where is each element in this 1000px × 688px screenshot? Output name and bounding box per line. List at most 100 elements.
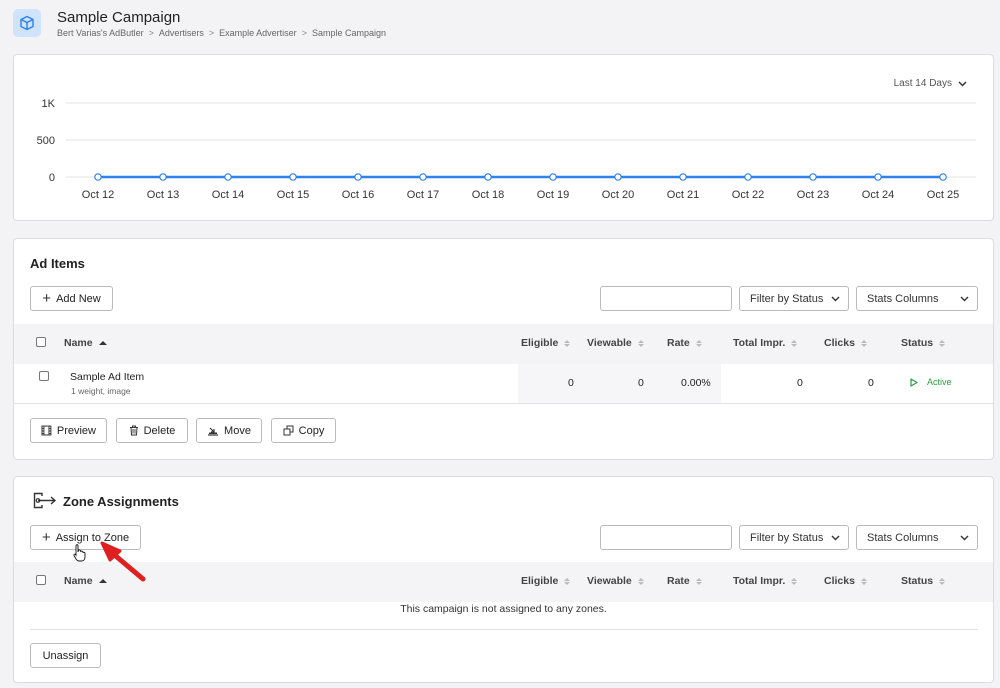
column-header-status[interactable]: Status (901, 575, 946, 587)
delete-button[interactable]: Delete (116, 418, 188, 443)
line-chart: 1K 500 0 Oct 12 Oct 13 Oct 14 Oct 15 Oct 16 Oct … (37, 98, 976, 201)
data-point[interactable] (224, 173, 232, 181)
x-tick-label: Oct 16 (342, 189, 374, 201)
move-icon (208, 427, 219, 436)
data-point[interactable] (549, 173, 557, 181)
column-label: Clicks (824, 337, 855, 349)
add-new-label: Add New (56, 292, 101, 305)
ad-items-table-header: Name Eligible Viewable Rate Total Impr. … (14, 324, 993, 364)
data-point[interactable] (354, 173, 362, 181)
column-label: Eligible (521, 337, 559, 349)
x-tick-label: Oct 18 (472, 189, 504, 201)
zones-filter-status-select[interactable]: Filter by Status (739, 525, 849, 550)
column-label: Total Impr. (733, 575, 786, 587)
move-button[interactable]: Move (196, 418, 262, 443)
ad-items-search-input[interactable] (600, 286, 732, 311)
column-header-viewable[interactable]: Viewable (587, 575, 644, 587)
delete-label: Delete (143, 424, 176, 437)
stats-columns-label: Stats Columns (867, 292, 939, 305)
column-header-eligible[interactable]: Eligible (521, 337, 571, 349)
data-point[interactable] (484, 173, 492, 181)
data-point[interactable] (419, 173, 427, 181)
move-label: Move (224, 424, 251, 437)
y-tick-label: 1K (42, 98, 56, 110)
assign-to-zone-button[interactable]: + Assign to Zone (30, 525, 141, 550)
sort-icon (695, 577, 702, 585)
ad-items-stats-columns-select[interactable]: Stats Columns (856, 286, 978, 311)
column-header-rate[interactable]: Rate (667, 337, 702, 349)
column-label: Name (64, 337, 93, 349)
row-checkbox[interactable] (39, 371, 49, 381)
stats-columns-label: Stats Columns (867, 531, 939, 544)
column-label: Total Impr. (733, 337, 786, 349)
sort-icon (791, 577, 798, 585)
column-header-eligible[interactable]: Eligible (521, 575, 571, 587)
x-tick-label: Oct 19 (537, 189, 569, 201)
ad-item-name-link[interactable]: Sample Ad Item (70, 371, 144, 383)
column-label: Rate (667, 337, 690, 349)
x-tick-label: Oct 21 (667, 189, 699, 201)
x-tick-label: Oct 25 (927, 189, 959, 201)
data-point[interactable] (809, 173, 817, 181)
data-point[interactable] (614, 173, 622, 181)
chevron-down-icon (831, 296, 840, 301)
column-header-clicks[interactable]: Clicks (824, 337, 867, 349)
x-tick-label: Oct 17 (407, 189, 439, 201)
add-new-button[interactable]: + Add New (30, 286, 113, 311)
data-point[interactable] (744, 173, 752, 181)
column-header-viewable[interactable]: Viewable (587, 337, 644, 349)
column-label: Status (901, 575, 934, 587)
column-header-status[interactable]: Status (901, 337, 946, 349)
select-all-checkbox[interactable] (36, 575, 46, 585)
column-header-rate[interactable]: Rate (667, 575, 702, 587)
breadcrumb-item-campaign[interactable]: Sample Campaign (312, 28, 386, 38)
zone-assignments-title: Zone Assignments (63, 494, 179, 509)
cell-eligible: 0 (568, 377, 574, 389)
x-tick-label: Oct 13 (147, 189, 179, 201)
page-title: Sample Campaign (57, 9, 181, 26)
data-point[interactable] (94, 173, 102, 181)
ad-items-filter-status-select[interactable]: Filter by Status (739, 286, 849, 311)
copy-button[interactable]: Copy (271, 418, 336, 443)
data-point[interactable] (874, 173, 882, 181)
column-header-total-impressions[interactable]: Total Impr. (733, 337, 798, 349)
ad-item-subtext: 1 weight, image (71, 386, 131, 396)
breadcrumb-item-advertisers[interactable]: Advertisers (159, 28, 204, 38)
data-point[interactable] (679, 173, 687, 181)
status-label: Active (927, 377, 952, 387)
breadcrumb-item-account[interactable]: Bert Varias's AdButler (57, 28, 144, 38)
zones-search-input[interactable] (600, 525, 732, 550)
select-all-checkbox[interactable] (36, 337, 46, 347)
zones-stats-columns-select[interactable]: Stats Columns (856, 525, 978, 550)
data-point[interactable] (159, 173, 167, 181)
ad-items-card: Ad Items + Add New Filter by Status Stat… (13, 238, 994, 460)
column-label: Status (901, 337, 934, 349)
x-tick-label: Oct 24 (862, 189, 894, 201)
unassign-label: Unassign (42, 649, 89, 662)
preview-label: Preview (56, 424, 96, 437)
cube-icon (13, 9, 41, 37)
column-header-name[interactable]: Name (64, 337, 107, 349)
film-icon (41, 425, 52, 436)
plus-icon: + (41, 529, 51, 546)
breadcrumb-item-advertiser[interactable]: Example Advertiser (219, 28, 297, 38)
copy-icon (283, 425, 294, 436)
sort-icon (939, 577, 946, 585)
column-label: Eligible (521, 575, 559, 587)
column-header-name[interactable]: Name (64, 575, 107, 587)
data-point[interactable] (939, 173, 947, 181)
plus-icon: + (42, 290, 52, 307)
data-point[interactable] (289, 173, 297, 181)
cell-viewable: 0 (638, 377, 644, 389)
sort-icon (860, 577, 867, 585)
chevron-down-icon (831, 535, 840, 540)
column-header-clicks[interactable]: Clicks (824, 575, 867, 587)
column-label: Viewable (587, 337, 632, 349)
chevron-down-icon (960, 535, 969, 540)
column-label: Viewable (587, 575, 632, 587)
table-row[interactable]: Sample Ad Item 1 weight, image 0 0 0.00%… (14, 364, 993, 404)
column-header-total-impressions[interactable]: Total Impr. (733, 575, 798, 587)
unassign-button[interactable]: Unassign (30, 643, 101, 668)
preview-button[interactable]: Preview (30, 418, 107, 443)
play-icon (910, 377, 918, 387)
